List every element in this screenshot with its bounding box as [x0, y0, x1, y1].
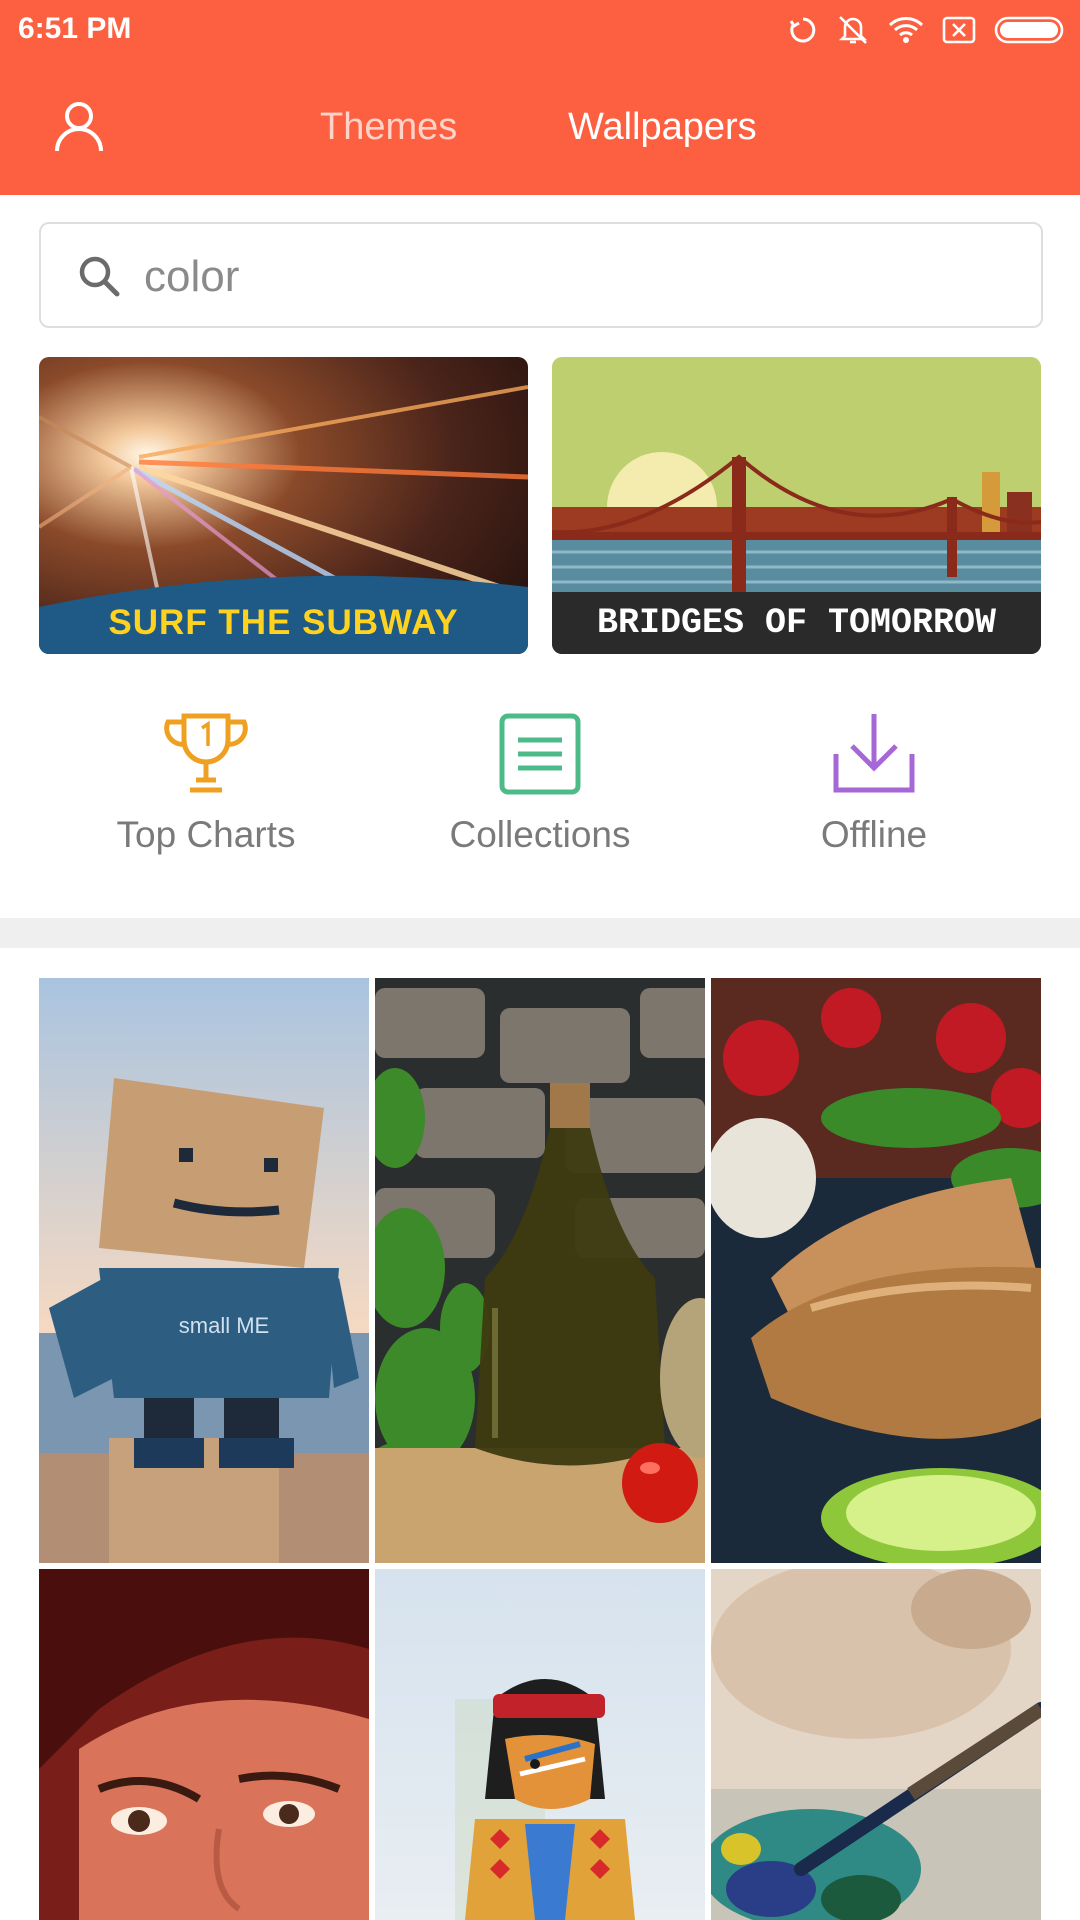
toy-figure-image — [375, 1569, 705, 1920]
banner-bridges-of-tomorrow[interactable]: BRIDGES OF TOMORROW — [552, 357, 1041, 654]
profile-button[interactable] — [50, 98, 108, 156]
status-time: 6:51 PM — [18, 12, 132, 45]
sync-icon — [789, 17, 816, 43]
painted-face-image — [39, 1569, 369, 1920]
person-icon — [55, 102, 103, 152]
section-divider — [0, 918, 1080, 948]
status-bar: 6:51 PM — [0, 0, 1080, 60]
banner-caption: BRIDGES OF TOMORROW — [552, 592, 1041, 654]
offline-label: Offline — [820, 814, 928, 855]
top-charts-button[interactable]: Top Charts — [76, 710, 336, 870]
sim-none-icon — [942, 16, 976, 44]
robot-shirt-text: small ME — [179, 1313, 269, 1338]
list-icon — [499, 713, 581, 795]
wallpaper-thumbnail-samosas[interactable] — [711, 978, 1041, 1563]
trophy-icon — [164, 713, 248, 793]
app-bar: Themes Wallpapers — [0, 60, 1080, 195]
download-icon — [833, 714, 915, 793]
search-icon — [79, 256, 120, 297]
vibrate-icon — [838, 16, 868, 44]
top-charts-label: Top Charts — [116, 814, 296, 855]
collections-label: Collections — [449, 814, 631, 855]
collections-button[interactable]: Collections — [410, 710, 670, 870]
banner-caption: SURF THE SUBWAY — [39, 592, 528, 654]
wifi-icon — [888, 17, 924, 43]
banner-title: BRIDGES OF TOMORROW — [596, 603, 997, 643]
cardboard-robot-image: small ME — [39, 978, 369, 1563]
wallpaper-thumbnail-paint-palette[interactable] — [711, 1569, 1041, 1920]
samosas-image — [711, 978, 1041, 1563]
tab-wallpapers[interactable]: Wallpapers — [568, 106, 757, 149]
olive-oil-image — [375, 978, 705, 1563]
paint-palette-image — [711, 1569, 1041, 1920]
offline-button[interactable]: Offline — [744, 710, 1004, 870]
battery-icon — [994, 16, 1064, 44]
banner-title: SURF THE SUBWAY — [108, 603, 459, 642]
tab-themes[interactable]: Themes — [320, 106, 457, 149]
search-bar[interactable]: color — [39, 222, 1043, 328]
banner-surf-the-subway[interactable]: SURF THE SUBWAY — [39, 357, 528, 654]
search-input[interactable]: color — [144, 252, 239, 302]
wallpaper-thumbnail-toy-figure[interactable] — [375, 1569, 705, 1920]
wallpaper-thumbnail-olive-oil[interactable] — [375, 978, 705, 1563]
wallpaper-thumbnail-painted-face[interactable] — [39, 1569, 369, 1920]
wallpaper-thumbnail-cardboard-robot[interactable]: small ME — [39, 978, 369, 1563]
status-icons — [788, 12, 1066, 48]
